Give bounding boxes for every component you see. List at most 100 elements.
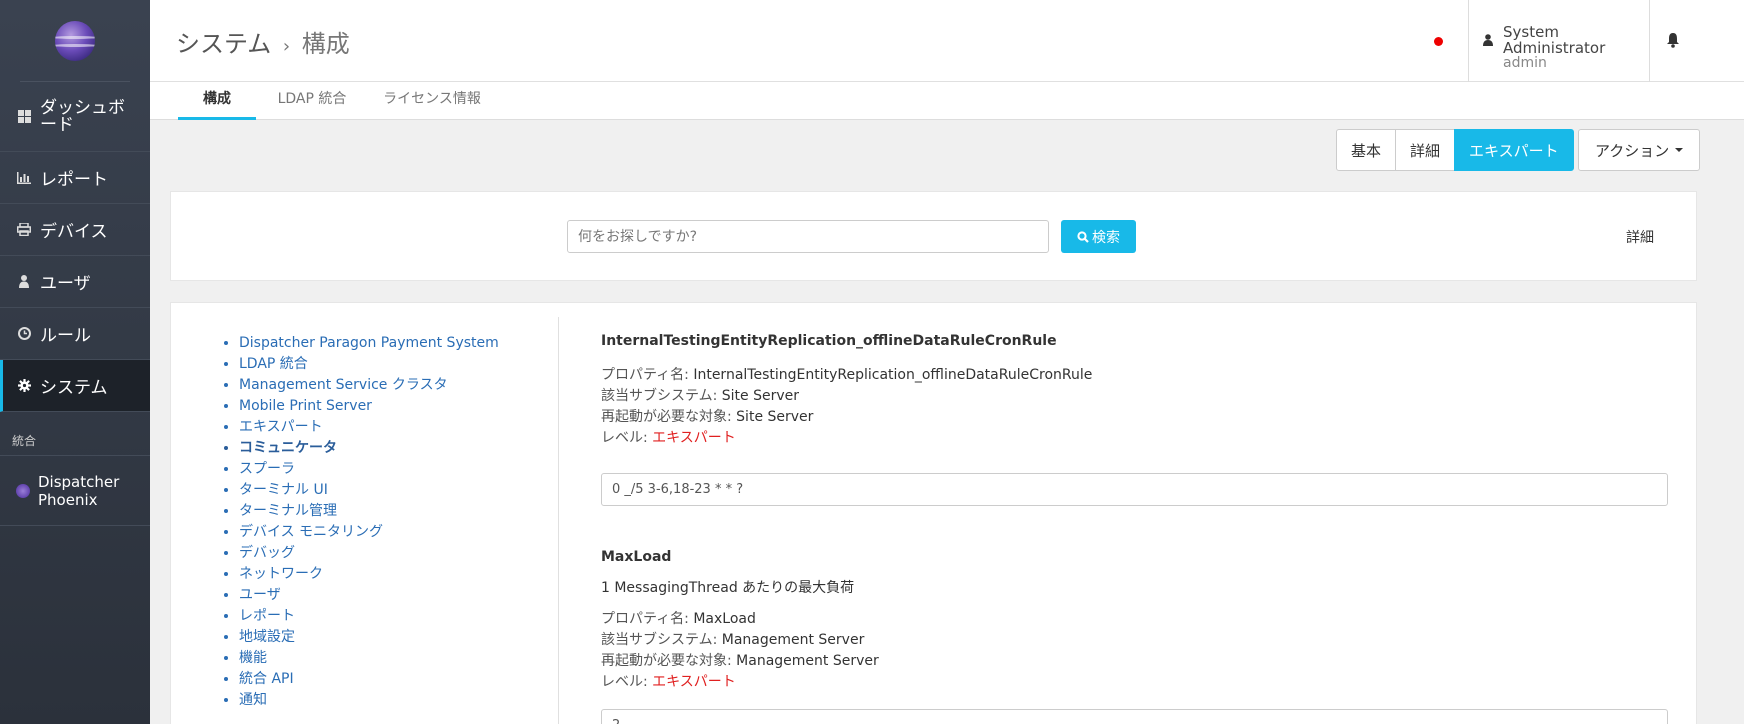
user-name: System Administrator <box>1503 23 1606 57</box>
sidebar-item-label: ユーザ <box>40 274 91 294</box>
bar-chart-icon <box>16 171 32 184</box>
category-link[interactable]: Management Service クラスタ <box>239 375 499 396</box>
category-list: Dispatcher Paragon Payment System LDAP 統… <box>223 333 499 711</box>
clock-icon <box>16 327 32 340</box>
property-name-value: InternalTestingEntityReplication_offline… <box>693 367 1093 383</box>
level-line: レベル: エキスパート <box>601 672 879 693</box>
breadcrumb-separator: › <box>282 36 291 57</box>
setting-title: MaxLoad <box>601 549 672 565</box>
setting-description: 1 MessagingThread あたりの最大負荷 <box>601 580 855 596</box>
tab-bar: 構成 LDAP 統合 ライセンス情報 <box>150 82 1744 120</box>
gear-icon <box>16 379 32 392</box>
subsystem-label: 該当サブシステム: <box>601 632 722 648</box>
sidebar-item-label: ダッシュボード <box>40 97 125 135</box>
sidebar-section-label: 統合 <box>0 412 150 456</box>
category-link[interactable]: ネットワーク <box>239 564 499 585</box>
tab-configuration[interactable]: 構成 <box>178 82 256 120</box>
restart-value: Site Server <box>736 409 814 425</box>
config-panel: Dispatcher Paragon Payment System LDAP 統… <box>170 302 1697 724</box>
category-link[interactable]: ターミナル管理 <box>239 501 499 522</box>
sidebar-item-devices[interactable]: デバイス <box>0 204 150 256</box>
restart-line: 再起動が必要な対象: Site Server <box>601 407 1092 428</box>
sidebar: ダッシュボード レポート デバイス ユーザ ルール システム 統合 Dispat… <box>0 0 150 724</box>
sidebar-item-dispatcher-phoenix[interactable]: Dispatcher Phoenix <box>0 456 150 526</box>
subsystem-value: Site Server <box>721 388 799 404</box>
category-link[interactable]: スプーラ <box>239 459 499 480</box>
tab-ldap[interactable]: LDAP 統合 <box>266 82 358 120</box>
action-dropdown-button[interactable]: アクション <box>1578 129 1701 171</box>
level-label: レベル: <box>601 674 653 690</box>
advanced-search-link[interactable]: 詳細 <box>1626 227 1654 247</box>
category-link[interactable]: ターミナル UI <box>239 480 499 501</box>
logo-area <box>20 0 130 82</box>
sidebar-item-label: ルール <box>40 326 91 346</box>
category-link[interactable]: 統合 API <box>239 669 499 690</box>
category-link[interactable]: レポート <box>239 606 499 627</box>
restart-label: 再起動が必要な対象: <box>601 653 737 669</box>
category-link[interactable]: デバイス モニタリング <box>239 522 499 543</box>
user-icon <box>16 275 32 288</box>
sidebar-item-label: レポート <box>40 170 108 190</box>
sidebar-item-reports[interactable]: レポート <box>0 152 150 204</box>
breadcrumb: システム › 構成 <box>176 24 350 59</box>
sidebar-item-dashboard[interactable]: ダッシュボード <box>0 82 150 152</box>
restart-line: 再起動が必要な対象: Management Server <box>601 651 879 672</box>
setting-value-input[interactable] <box>601 709 1668 724</box>
setting-value-input[interactable] <box>601 473 1668 506</box>
level-value: エキスパート <box>652 674 736 690</box>
panel-divider <box>558 317 559 724</box>
app-logo[interactable] <box>55 20 95 61</box>
action-label: アクション <box>1595 141 1670 160</box>
setting-properties: プロパティ名: MaxLoad 該当サブシステム: Management Ser… <box>601 609 879 693</box>
level-detail-button[interactable]: 詳細 <box>1395 129 1456 171</box>
page-header: システム › 構成 System Administrator admin <box>150 0 1744 82</box>
property-name-line: プロパティ名: MaxLoad <box>601 609 879 630</box>
restart-value: Management Server <box>736 653 879 669</box>
sidebar-item-label: デバイス <box>40 222 108 242</box>
category-link[interactable]: Dispatcher Paragon Payment System <box>239 333 499 354</box>
category-link[interactable]: 地域設定 <box>239 627 499 648</box>
category-link[interactable]: デバッグ <box>239 543 499 564</box>
subsystem-line: 該当サブシステム: Management Server <box>601 630 879 651</box>
level-basic-button[interactable]: 基本 <box>1336 129 1397 171</box>
property-name-line: プロパティ名: InternalTestingEntityReplication… <box>601 365 1092 386</box>
caret-down-icon <box>1675 148 1684 152</box>
subsystem-label: 該当サブシステム: <box>601 388 722 404</box>
dashboard-icon <box>16 110 32 123</box>
level-value: エキスパート <box>652 430 736 446</box>
tab-license[interactable]: ライセンス情報 <box>372 82 492 120</box>
sidebar-item-system[interactable]: システム <box>0 360 150 412</box>
category-link[interactable]: LDAP 統合 <box>239 354 499 375</box>
search-input[interactable] <box>567 220 1049 253</box>
property-name-label: プロパティ名: <box>601 367 694 383</box>
search-button[interactable]: 検索 <box>1061 220 1136 253</box>
property-name-label: プロパティ名: <box>601 611 694 627</box>
user-menu[interactable]: System Administrator admin <box>1468 0 1650 82</box>
category-link[interactable]: 機能 <box>239 648 499 669</box>
user-login: admin <box>1503 55 1547 71</box>
sidebar-item-rules[interactable]: ルール <box>0 308 150 360</box>
setting-title: InternalTestingEntityReplication_offline… <box>601 333 1057 349</box>
status-indicator <box>1434 37 1443 46</box>
search-button-label: 検索 <box>1092 228 1120 245</box>
sidebar-item-users[interactable]: ユーザ <box>0 256 150 308</box>
property-name-value: MaxLoad <box>693 611 756 627</box>
category-link[interactable]: Mobile Print Server <box>239 396 499 417</box>
bell-icon[interactable] <box>1666 32 1680 48</box>
breadcrumb-current: 構成 <box>301 30 350 58</box>
user-icon <box>1483 34 1493 46</box>
category-link[interactable]: 通知 <box>239 690 499 711</box>
sidebar-item-label: Dispatcher Phoenix <box>38 472 120 509</box>
breadcrumb-root[interactable]: システム <box>176 30 271 58</box>
category-link[interactable]: エキスパート <box>239 417 499 438</box>
level-expert-button[interactable]: エキスパート <box>1454 129 1574 171</box>
search-icon <box>1077 230 1089 243</box>
subsystem-value: Management Server <box>721 632 865 648</box>
phoenix-logo-icon <box>16 483 30 498</box>
category-link-active[interactable]: コミュニケータ <box>239 438 499 459</box>
category-link[interactable]: ユーザ <box>239 585 499 606</box>
level-line: レベル: エキスパート <box>601 428 1092 449</box>
printer-icon <box>16 223 32 236</box>
level-toggle: 基本 詳細 エキスパート <box>1336 129 1574 171</box>
setting-properties: プロパティ名: InternalTestingEntityReplication… <box>601 365 1092 449</box>
